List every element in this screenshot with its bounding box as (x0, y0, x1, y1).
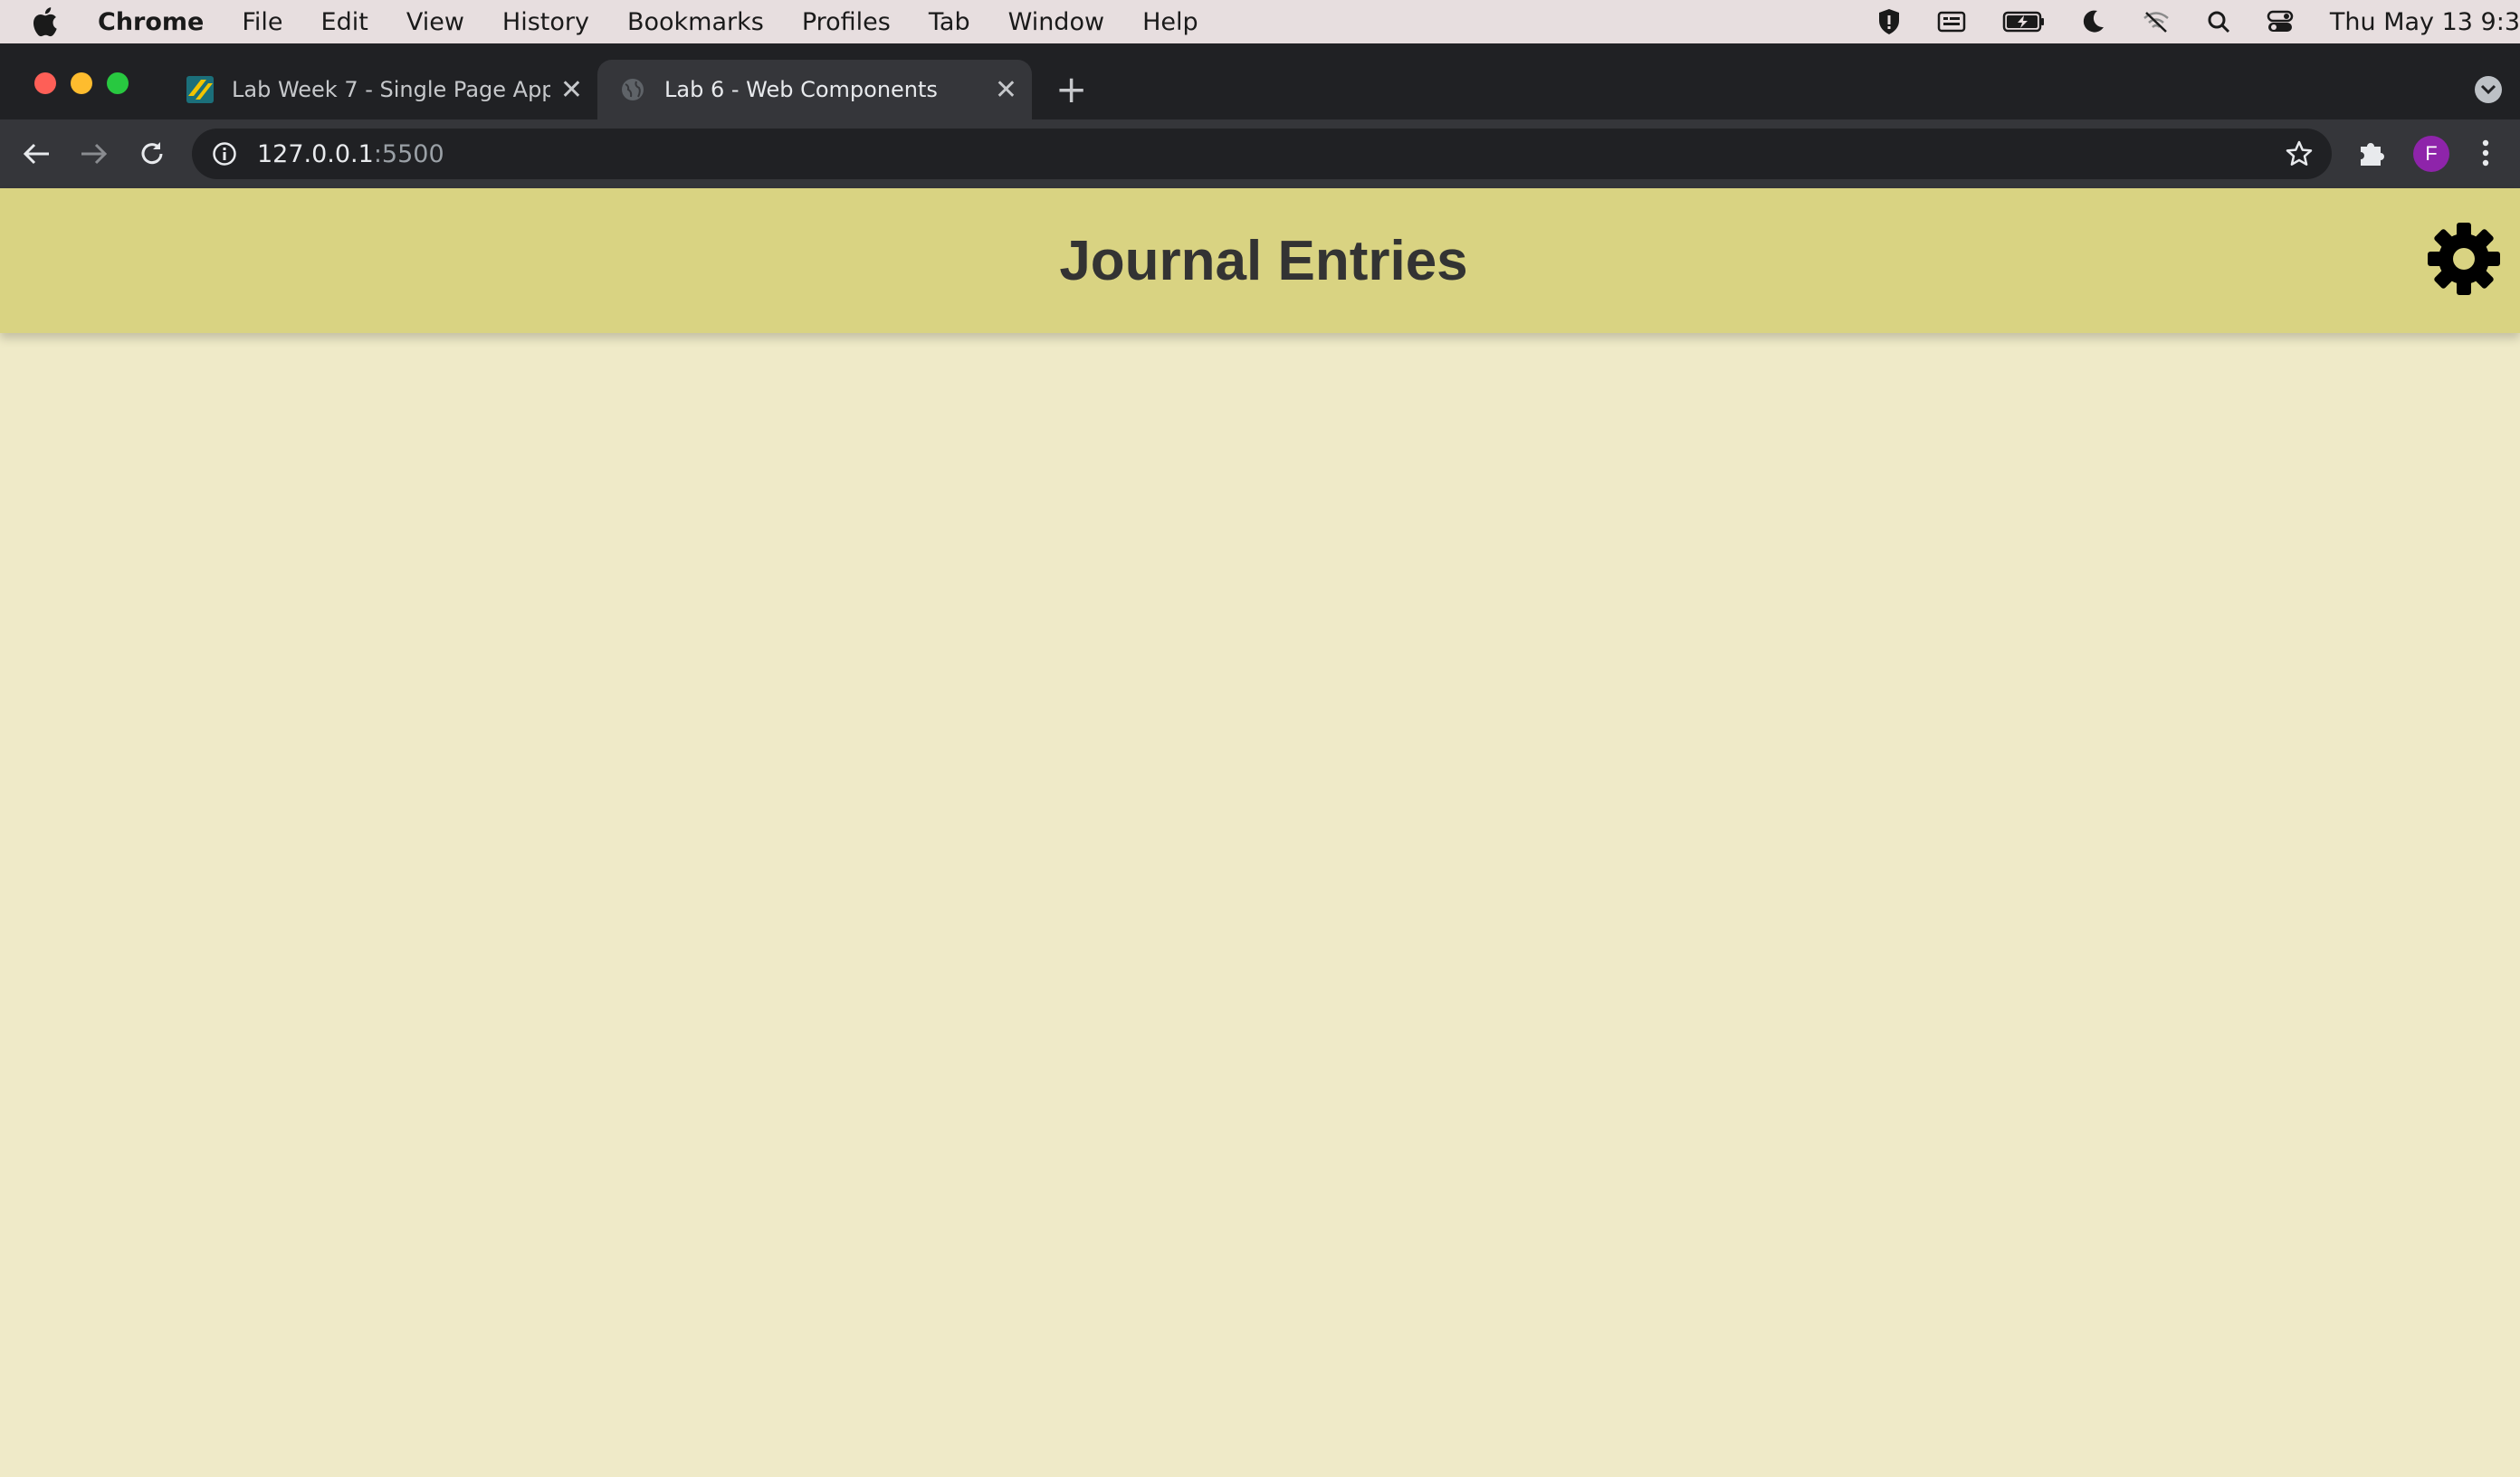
menu-profiles[interactable]: Profiles (802, 8, 891, 36)
window-zoom-button[interactable] (107, 72, 129, 94)
wifi-off-icon[interactable] (2142, 10, 2171, 33)
bookmark-star-icon[interactable] (2285, 139, 2314, 168)
menubar-status-area: Thu May 13 9:3 (1877, 0, 2520, 43)
page-viewport: Journal Entries (0, 188, 2520, 1477)
menu-bookmarks[interactable]: Bookmarks (627, 8, 764, 36)
close-icon[interactable]: ✕ (560, 74, 583, 106)
back-arrow-icon[interactable] (18, 136, 54, 172)
tab-title: Lab Week 7 - Single Page Appl (232, 77, 550, 102)
tab-lab-week-7[interactable]: Lab Week 7 - Single Page Appl ✕ (172, 60, 597, 119)
window-minimize-button[interactable] (71, 72, 92, 94)
tab-search-chevron-icon[interactable] (2475, 76, 2502, 103)
new-tab-plus-icon[interactable]: + (1055, 67, 1087, 111)
extensions-puzzle-icon[interactable] (2357, 138, 2388, 168)
menubar-clock[interactable]: Thu May 13 9:3 (2330, 8, 2520, 36)
menu-window[interactable]: Window (1008, 8, 1104, 36)
site-info-icon[interactable] (212, 141, 237, 167)
journal-header: Journal Entries (0, 188, 2520, 333)
menu-edit[interactable]: Edit (321, 8, 368, 36)
menu-tab[interactable]: Tab (929, 8, 970, 36)
tab-favicon-icon (186, 76, 214, 103)
menu-file[interactable]: File (242, 8, 282, 36)
gear-icon[interactable] (2426, 221, 2502, 297)
spotlight-search-icon[interactable] (2207, 10, 2230, 33)
menu-view[interactable]: View (406, 8, 464, 36)
do-not-disturb-moon-icon[interactable] (2082, 9, 2105, 34)
menu-help[interactable]: Help (1142, 8, 1198, 36)
url-host: 127.0.0.1 (257, 139, 374, 168)
menu-app-chrome[interactable]: Chrome (98, 8, 204, 36)
battery-icon[interactable] (2002, 10, 2046, 33)
tab-lab-6-web-components[interactable]: Lab 6 - Web Components ✕ (597, 60, 1032, 119)
address-bar[interactable]: 127.0.0.1:5500 (192, 129, 2332, 179)
tab-title: Lab 6 - Web Components (664, 77, 938, 102)
close-icon[interactable]: ✕ (995, 74, 1017, 106)
window-close-button[interactable] (34, 72, 56, 94)
more-menu-kebab-icon[interactable] (2480, 138, 2491, 168)
apple-logo-icon[interactable] (31, 6, 67, 37)
shield-icon[interactable] (1877, 8, 1901, 35)
forward-arrow-icon[interactable] (76, 136, 112, 172)
macos-menubar: Chrome File Edit View History Bookmarks … (0, 0, 2520, 43)
menu-history[interactable]: History (502, 8, 589, 36)
url-port: :5500 (373, 139, 444, 168)
reload-icon[interactable] (134, 136, 170, 172)
control-center-icon[interactable] (2267, 10, 2294, 33)
profile-avatar[interactable]: F (2413, 136, 2449, 172)
keyboard-input-icon[interactable] (1937, 10, 1966, 33)
page-title: Journal Entries (1059, 229, 1468, 292)
globe-icon (619, 76, 646, 103)
